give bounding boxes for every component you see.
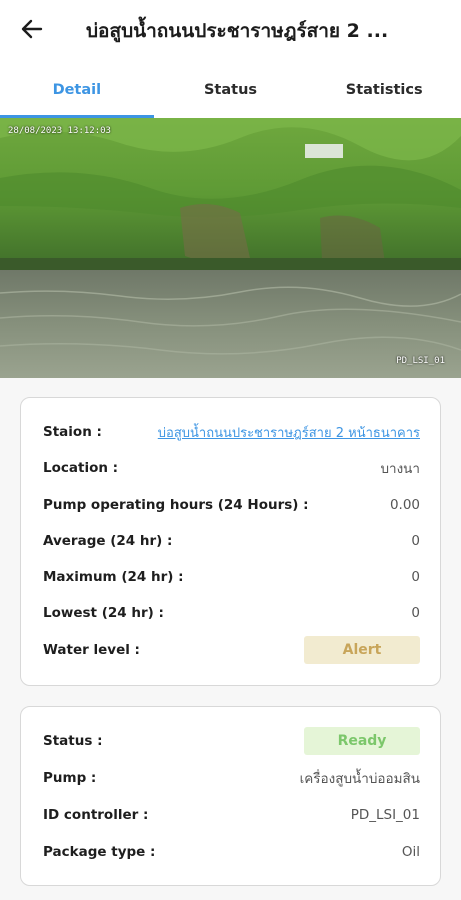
location-label: Location :: [43, 460, 119, 476]
page-title: บ่อสูบน้ำถนนประชาราษฎร์สาย 2 ...: [86, 20, 389, 42]
pump-value: เครื่องสูบน้ำบ่ออมสิน: [299, 771, 420, 787]
package-label: Package type :: [43, 844, 156, 860]
tab-detail[interactable]: Detail: [0, 62, 154, 118]
status-card: Status : Ready Pump : เครื่องสูบน้ำบ่ออม…: [20, 706, 441, 886]
lowest-label: Lowest (24 hr) :: [43, 605, 164, 621]
status-row: Status : Ready: [43, 727, 420, 755]
maximum-label: Maximum (24 hr) :: [43, 569, 184, 585]
tab-bar: Detail Status Statistics: [0, 62, 461, 118]
water-level-label: Water level :: [43, 642, 140, 658]
camera-image: [0, 118, 461, 378]
camera-id-overlay: PD_LSI_01: [396, 356, 445, 366]
pump-row: Pump : เครื่องสูบน้ำบ่ออมสิน: [43, 765, 420, 791]
controller-value: PD_LSI_01: [350, 807, 420, 823]
pump-hours-row: Pump operating hours (24 Hours) : 0.00: [43, 492, 420, 518]
water-level-badge: Alert: [304, 636, 420, 664]
location-row: Location : บางนา: [43, 455, 420, 481]
average-label: Average (24 hr) :: [43, 533, 173, 549]
controller-label: ID controller :: [43, 807, 149, 823]
package-row: Package type : Oil: [43, 839, 420, 865]
back-button[interactable]: [0, 0, 64, 62]
pump-hours-value: 0.00: [389, 497, 420, 513]
station-label: Staion :: [43, 424, 102, 440]
tab-status[interactable]: Status: [154, 62, 308, 118]
pump-hours-label: Pump operating hours (24 Hours) :: [43, 497, 309, 513]
water-level-row: Water level : Alert: [43, 636, 420, 664]
station-row: Staion : บ่อสูบน้ำถนนประชาราษฎร์สาย 2 หน…: [43, 419, 420, 445]
status-label: Status :: [43, 733, 103, 749]
maximum-value: 0: [411, 569, 420, 585]
camera-snapshot: 28/08/2023 13:12:03 PD_LSI_01: [0, 118, 461, 378]
maximum-row: Maximum (24 hr) : 0: [43, 564, 420, 590]
detail-card: Staion : บ่อสูบน้ำถนนประชาราษฎร์สาย 2 หน…: [20, 397, 441, 686]
lowest-value: 0: [411, 605, 420, 621]
lowest-row: Lowest (24 hr) : 0: [43, 600, 420, 626]
camera-timestamp: 28/08/2023 13:12:03: [8, 126, 111, 136]
pump-label: Pump :: [43, 770, 97, 786]
average-row: Average (24 hr) : 0: [43, 528, 420, 554]
status-badge: Ready: [304, 727, 420, 755]
package-value: Oil: [401, 844, 420, 860]
station-link[interactable]: บ่อสูบน้ำถนนประชาราษฎร์สาย 2 หน้าธนาคาร: [158, 422, 420, 443]
location-value: บางนา: [380, 461, 420, 477]
arrow-left-icon: [21, 18, 43, 44]
app-bar: บ่อสูบน้ำถนนประชาราษฎร์สาย 2 ...: [0, 0, 461, 62]
controller-row: ID controller : PD_LSI_01: [43, 802, 420, 828]
average-value: 0: [411, 533, 420, 549]
tab-statistics[interactable]: Statistics: [307, 62, 461, 118]
